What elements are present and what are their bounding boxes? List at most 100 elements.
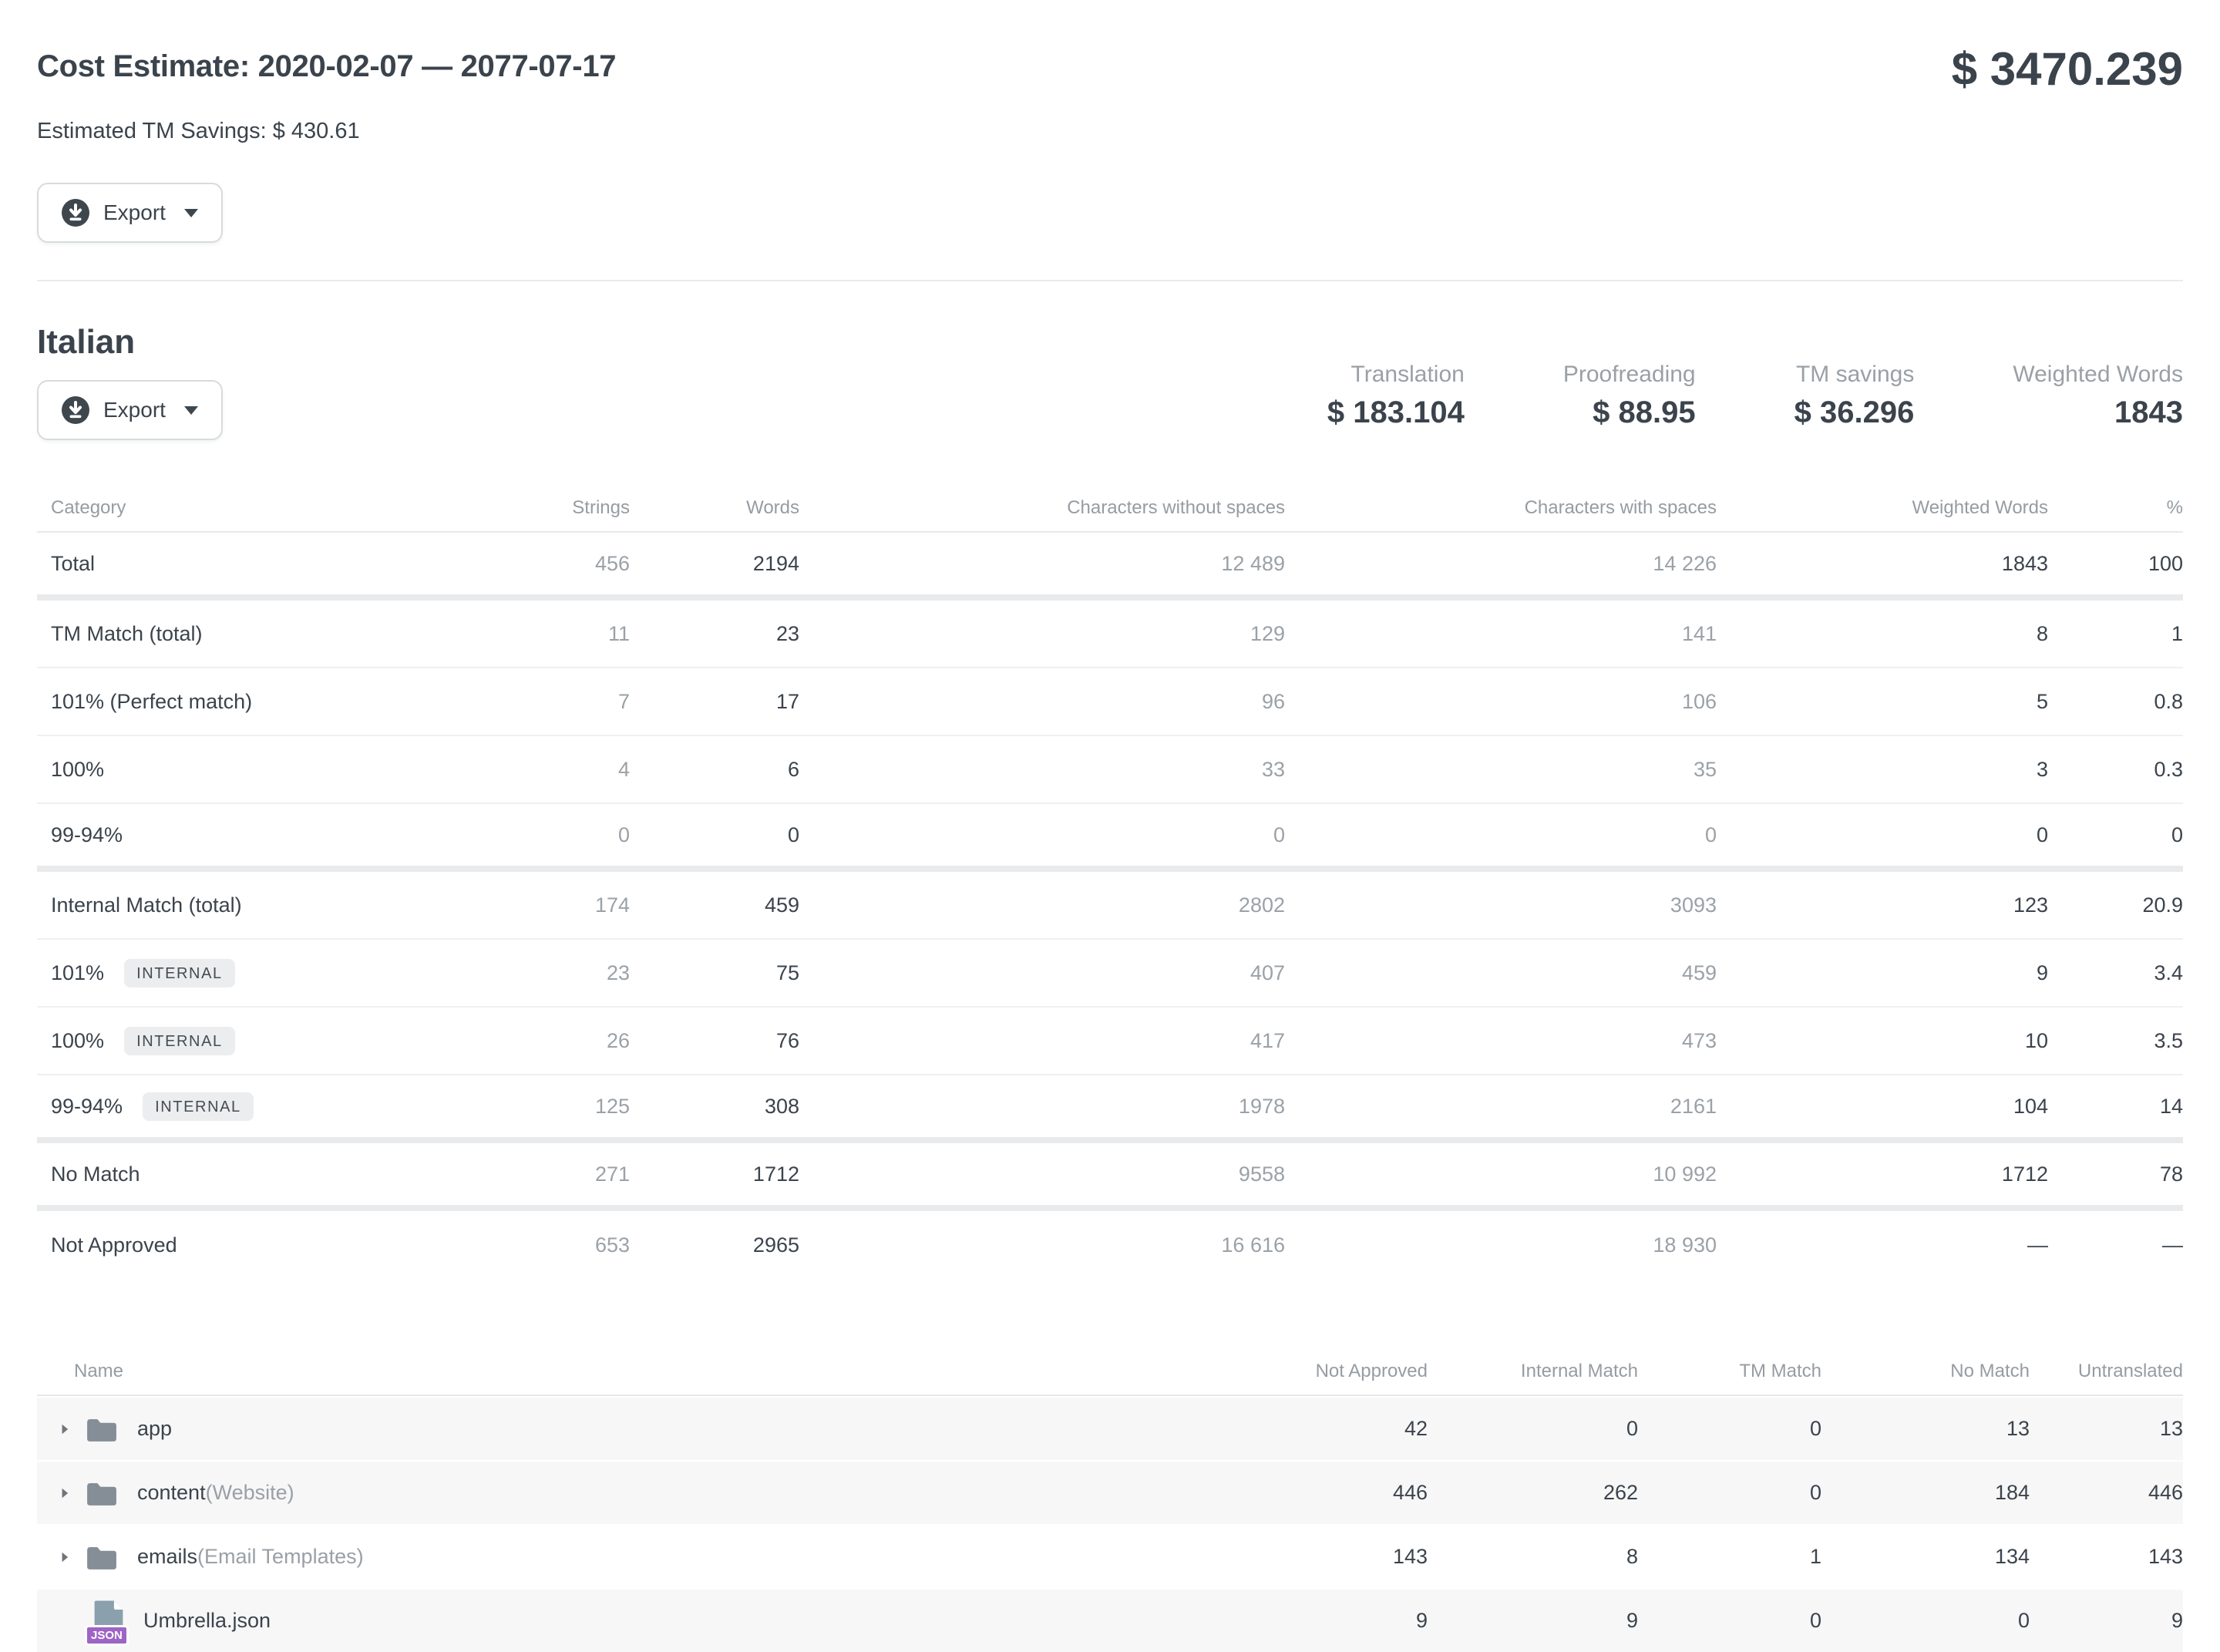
expand-caret-icon[interactable] [60, 1487, 85, 1499]
expand-caret-icon[interactable] [60, 1423, 85, 1435]
file-name-suffix: (Website) [206, 1481, 294, 1505]
report-header: Cost Estimate: 2020-02-07 — 2077-07-17 $… [37, 48, 2183, 243]
weighted-cell: 8 [1717, 622, 2048, 646]
strings-cell: 653 [445, 1233, 630, 1257]
no-match-cell: 0 [1821, 1609, 2030, 1633]
cost-col-header: Strings [445, 497, 630, 519]
category-cell: Internal Match (total) [37, 893, 445, 917]
words-cell: 459 [630, 893, 799, 917]
untranslated-cell: 9 [2030, 1609, 2183, 1633]
export-button-label: Export [103, 398, 166, 422]
strings-cell: 174 [445, 893, 630, 917]
weighted-cell: 3 [1717, 758, 2048, 782]
internal-match-cell: 262 [1428, 1481, 1638, 1505]
cost-table-row: 99-94%INTERNAL1253081978216110414 [37, 1075, 2183, 1143]
file-name-suffix: (Email Templates) [197, 1545, 364, 1569]
weighted-cell: 1843 [1717, 552, 2048, 576]
page-title: Cost Estimate: 2020-02-07 — 2077-07-17 [37, 48, 616, 85]
cost-table-row: 101%INTERNAL237540745993.4 [37, 940, 2183, 1008]
category-label: TM Match (total) [51, 622, 203, 646]
chars-with-cell: 459 [1285, 961, 1717, 985]
category-cell: 99-94%INTERNAL [37, 1092, 445, 1121]
not-approved-cell: 9 [1196, 1609, 1428, 1633]
percent-cell: 20.9 [2048, 893, 2183, 917]
chars-without-cell: 12 489 [799, 552, 1285, 576]
strings-cell: 271 [445, 1162, 630, 1186]
json-file-icon: JSON [91, 1600, 126, 1643]
files-table-header: NameNot ApprovedInternal MatchTM MatchNo… [37, 1347, 2183, 1396]
cost-table-row: 100%INTERNAL2676417473103.5 [37, 1008, 2183, 1075]
cost-col-header: Words [630, 497, 799, 519]
chars-with-cell: 35 [1285, 758, 1717, 782]
json-badge: JSON [85, 1625, 129, 1646]
files-col-header: Not Approved [1196, 1361, 1428, 1382]
percent-cell: 0 [2048, 823, 2183, 847]
internal-match-cell: 0 [1428, 1417, 1638, 1441]
weighted-cell: 9 [1717, 961, 2048, 985]
category-label: 100% [51, 758, 104, 782]
files-table: NameNot ApprovedInternal MatchTM MatchNo… [37, 1347, 2183, 1652]
words-cell: 6 [630, 758, 799, 782]
stat-value: $ 36.296 [1794, 395, 1915, 430]
stat-value: $ 88.95 [1563, 395, 1696, 430]
chars-with-cell: 473 [1285, 1029, 1717, 1053]
chars-without-cell: 129 [799, 622, 1285, 646]
language-title: Italian [37, 323, 2183, 362]
chars-with-cell: 141 [1285, 622, 1717, 646]
file-row-content[interactable]: content(Website)4462620184446 [37, 1460, 2183, 1524]
chars-without-cell: 1978 [799, 1095, 1285, 1119]
strings-cell: 11 [445, 622, 630, 646]
files-col-header: No Match [1821, 1361, 2030, 1382]
internal-badge: INTERNAL [124, 1027, 235, 1055]
percent-cell: 3.4 [2048, 961, 2183, 985]
chevron-down-icon [184, 209, 198, 217]
cost-table-body: Total456219412 48914 2261843100TM Match … [37, 533, 2183, 1279]
words-cell: 17 [630, 690, 799, 714]
expand-caret-icon[interactable] [60, 1551, 85, 1563]
stat-label: Weighted Words [2013, 362, 2183, 388]
category-label: Not Approved [51, 1233, 177, 1257]
grand-total: $ 3470.239 [1952, 46, 2183, 93]
export-button[interactable]: Export [37, 183, 223, 243]
cost-table-row: Not Approved653296516 61618 930—— [37, 1211, 2183, 1279]
file-row-umbrella-json[interactable]: JSONUmbrella.json99009 [37, 1588, 2183, 1652]
cost-table-row: TM Match (total)112312914181 [37, 601, 2183, 668]
chars-without-cell: 16 616 [799, 1233, 1285, 1257]
stat-tm-savings: TM savings$ 36.296 [1794, 362, 1915, 430]
strings-cell: 23 [445, 961, 630, 985]
percent-cell: 1 [2048, 622, 2183, 646]
language-export-button[interactable]: Export [37, 380, 223, 440]
words-cell: 308 [630, 1095, 799, 1119]
folder-icon [85, 1479, 137, 1507]
estimated-tm-savings: Estimated TM Savings: $ 430.61 [37, 119, 2183, 144]
weighted-cell: 10 [1717, 1029, 2048, 1053]
untranslated-cell: 446 [2030, 1481, 2183, 1505]
language-section-header: Italian Export Translation$ 183.104Proof… [37, 323, 2183, 440]
words-cell: 75 [630, 961, 799, 985]
chars-with-cell: 10 992 [1285, 1162, 1717, 1186]
no-match-cell: 184 [1821, 1481, 2030, 1505]
cost-table-header: CategoryStringsWordsCharacters without s… [37, 483, 2183, 533]
weighted-cell: 0 [1717, 823, 2048, 847]
file-name-cell: emails(Email Templates) [37, 1543, 1196, 1571]
strings-cell: 26 [445, 1029, 630, 1053]
file-name-cell: JSONUmbrella.json [37, 1600, 1196, 1643]
files-col-header: Name [37, 1361, 1196, 1382]
cost-col-header: Category [37, 497, 445, 519]
not-approved-cell: 143 [1196, 1545, 1428, 1569]
weighted-cell: 5 [1717, 690, 2048, 714]
no-match-cell: 134 [1821, 1545, 2030, 1569]
category-label: 100% [51, 1029, 104, 1053]
category-label: 99-94% [51, 823, 123, 847]
strings-cell: 456 [445, 552, 630, 576]
percent-cell: 14 [2048, 1095, 2183, 1119]
chars-without-cell: 407 [799, 961, 1285, 985]
percent-cell: 0.3 [2048, 758, 2183, 782]
file-row-app[interactable]: app42001313 [37, 1396, 2183, 1460]
words-cell: 2194 [630, 552, 799, 576]
chars-with-cell: 14 226 [1285, 552, 1717, 576]
file-name: app [137, 1417, 172, 1441]
cost-col-header: % [2048, 497, 2183, 519]
file-row-emails[interactable]: emails(Email Templates)14381134143 [37, 1524, 2183, 1588]
percent-cell: 100 [2048, 552, 2183, 576]
